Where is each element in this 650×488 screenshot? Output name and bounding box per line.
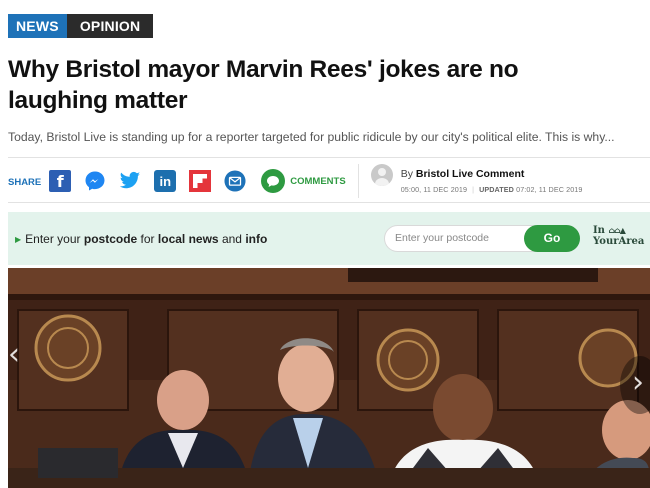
inyourarea-logo[interactable]: In ⌂⌂▲ YourArea: [593, 225, 644, 247]
news-tag[interactable]: NEWS: [8, 14, 67, 38]
postcode-prompt: ▶ Enter your postcode for local news and …: [15, 232, 268, 246]
comments-label: COMMENTS: [290, 175, 346, 187]
updated-date: 07:02, 11 DEC 2019: [516, 185, 583, 194]
triangle-right-icon: ▶: [15, 235, 22, 244]
opinion-tag[interactable]: OPINION: [66, 14, 154, 38]
messenger-icon[interactable]: [84, 170, 106, 192]
article-dates: 05:00, 11 DEC 2019 | UPDATED 07:02, 11 DEC…: [400, 185, 583, 194]
author-name[interactable]: Bristol Live Comment: [416, 168, 525, 180]
go-button[interactable]: Go: [524, 225, 580, 252]
author-info: By Bristol Live Comment 05:00, 11 DEC 20…: [401, 168, 583, 194]
flipboard-icon[interactable]: [189, 170, 212, 192]
divider: [8, 157, 650, 158]
updated-label: UPDATED: [479, 185, 514, 194]
linkedin-icon[interactable]: in: [154, 170, 177, 192]
published-date: 05:00, 11 DEC 2019: [400, 185, 468, 194]
byline: By Bristol Live Comment: [400, 168, 525, 180]
author-avatar: [370, 164, 393, 186]
article-headline: Why Bristol mayor Marvin Rees' jokes are…: [8, 56, 519, 114]
postcode-widget: ▶ Enter your postcode for local news and …: [8, 212, 650, 265]
comment-bubble-icon: [261, 169, 286, 193]
houses-icon: ⌂⌂▲: [608, 225, 625, 235]
hero-image[interactable]: [8, 268, 650, 488]
share-label: SHARE: [8, 176, 42, 188]
article-standfirst: Today, Bristol Live is standing up for a…: [8, 130, 615, 144]
section-tags: NEWS OPINION: [8, 14, 154, 38]
divider: [8, 202, 650, 203]
email-icon[interactable]: [224, 170, 246, 192]
facebook-icon[interactable]: f: [49, 170, 72, 192]
comments-button[interactable]: COMMENTS: [261, 169, 346, 193]
divider: [357, 164, 359, 198]
share-bar: SHARE f in COMMENTS By Bristol Live Comm…: [8, 164, 650, 198]
twitter-icon[interactable]: [119, 170, 141, 192]
chevron-left-icon[interactable]: ‹: [8, 340, 20, 370]
